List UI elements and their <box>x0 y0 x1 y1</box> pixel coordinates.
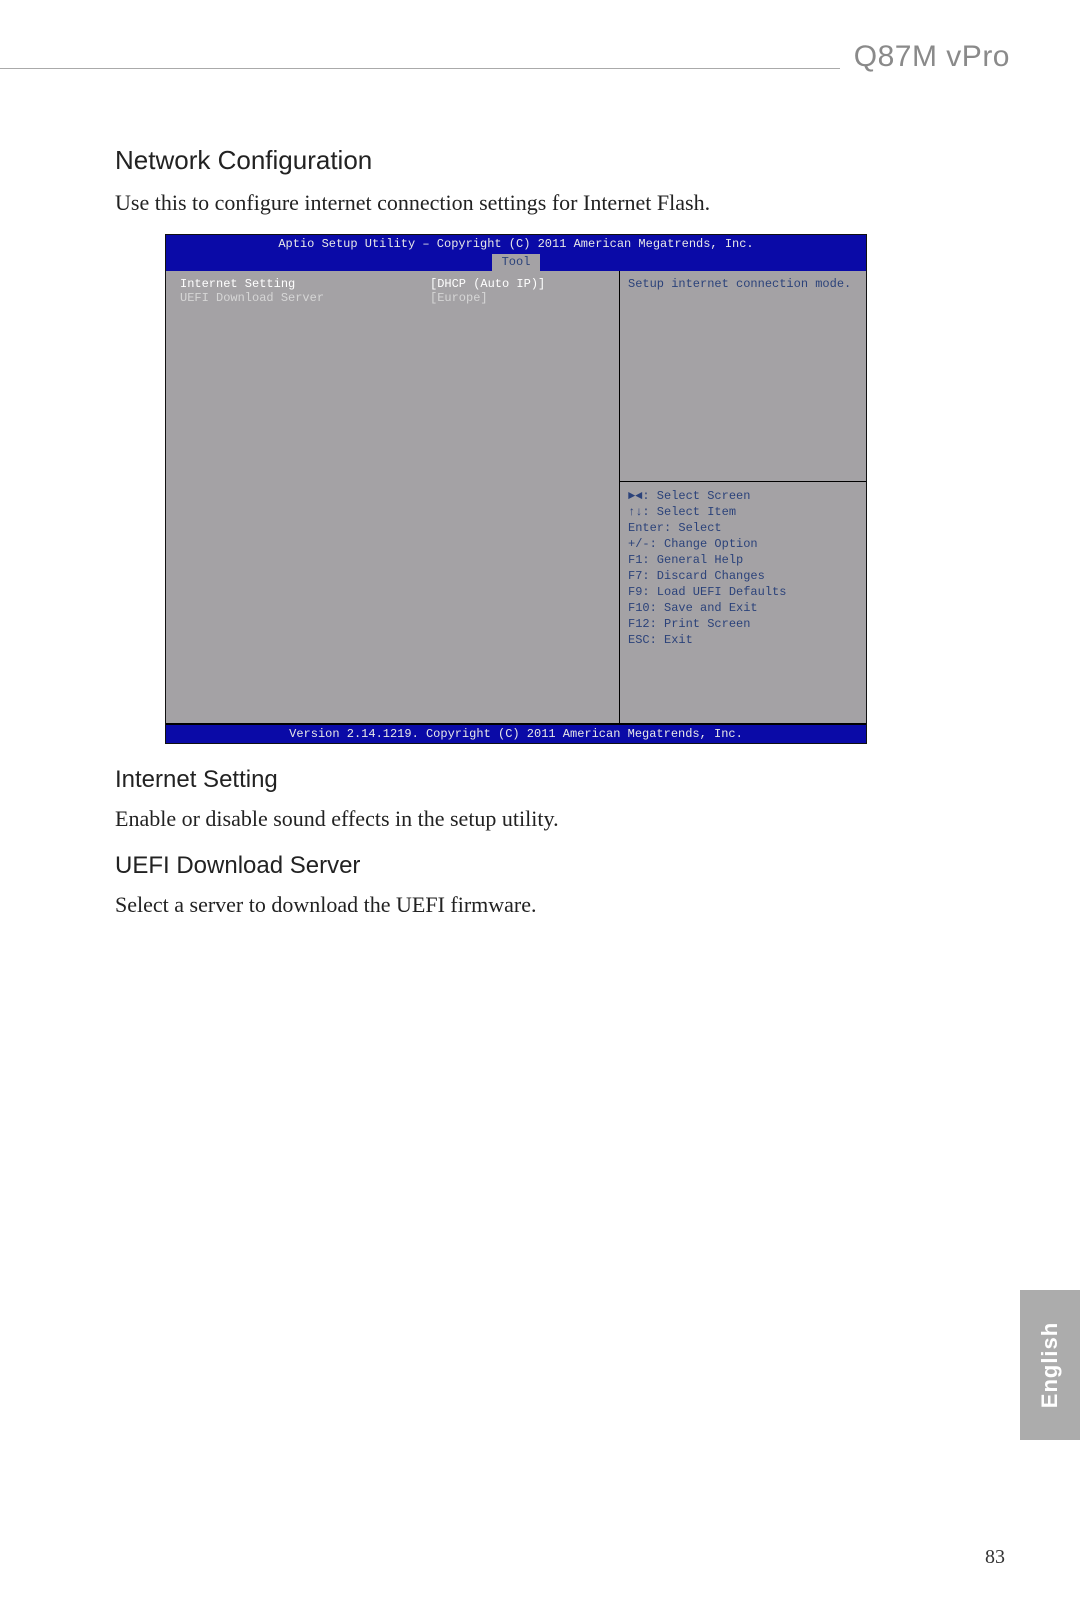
bios-row-internet-setting: Internet Setting [DHCP (Auto IP)] <box>180 277 609 291</box>
bios-screenshot: Aptio Setup Utility – Copyright (C) 2011… <box>165 234 867 744</box>
bios-nav-line: F12: Print Screen <box>628 616 858 632</box>
bios-tab-tool: Tool <box>492 254 541 271</box>
bios-tab-row: Tool <box>166 253 866 271</box>
header-rule <box>0 68 840 69</box>
bios-help-pane: Setup internet connection mode. ►◄: Sele… <box>620 271 866 723</box>
bios-title-bar: Aptio Setup Utility – Copyright (C) 2011… <box>166 235 866 253</box>
subsection-title-uefi-download-server: UEFI Download Server <box>115 852 985 880</box>
bios-nav-line: F9: Load UEFI Defaults <box>628 584 858 600</box>
bios-nav-line: +/-: Change Option <box>628 536 858 552</box>
page-number: 83 <box>985 1546 1005 1569</box>
bios-value: [Europe] <box>430 291 488 305</box>
subsection-body-internet-setting: Enable or disable sound effects in the s… <box>115 806 985 832</box>
bios-label: Internet Setting <box>180 277 430 291</box>
language-tab-english: English <box>1020 1290 1080 1440</box>
bios-nav-line: Enter: Select <box>628 520 858 536</box>
bios-nav-line: F1: General Help <box>628 552 858 568</box>
bios-nav-line: F10: Save and Exit <box>628 600 858 616</box>
bios-nav-line: ESC: Exit <box>628 632 858 648</box>
section-intro: Use this to configure internet connectio… <box>115 190 985 216</box>
subsection-title-internet-setting: Internet Setting <box>115 766 985 794</box>
bios-nav-line: ►◄: Select Screen <box>628 488 858 504</box>
bios-label: UEFI Download Server <box>180 291 430 305</box>
bios-row-uefi-download-server: UEFI Download Server [Europe] <box>180 291 609 305</box>
header-product-name: Q87M vPro <box>854 40 1010 74</box>
bios-nav-line: ↑↓: Select Item <box>628 504 858 520</box>
bios-footer-bar: Version 2.14.1219. Copyright (C) 2011 Am… <box>166 725 866 743</box>
bios-help-separator <box>620 481 866 482</box>
bios-settings-pane: Internet Setting [DHCP (Auto IP)] UEFI D… <box>166 271 620 723</box>
bios-value: [DHCP (Auto IP)] <box>430 277 545 291</box>
bios-help-text: Setup internet connection mode. <box>628 277 858 477</box>
language-tab-label: English <box>1037 1322 1063 1408</box>
bios-nav-line: F7: Discard Changes <box>628 568 858 584</box>
bios-nav-legend: ►◄: Select Screen ↑↓: Select Item Enter:… <box>628 488 858 648</box>
subsection-body-uefi-download-server: Select a server to download the UEFI fir… <box>115 892 985 918</box>
section-title-network-configuration: Network Configuration <box>115 145 985 176</box>
